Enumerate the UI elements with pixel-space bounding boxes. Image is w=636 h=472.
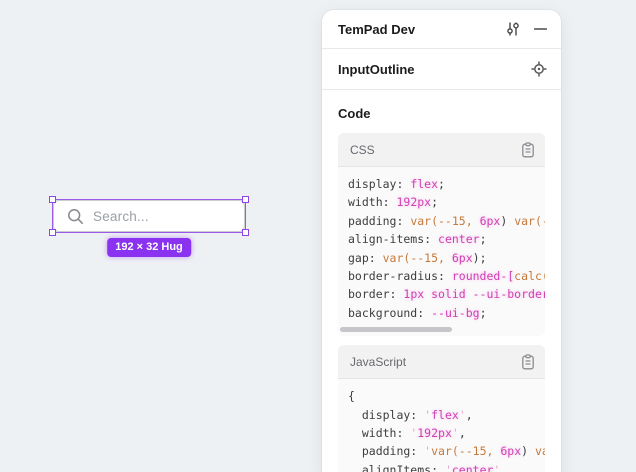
component-name: InputOutline — [338, 62, 415, 77]
locate-icon[interactable] — [531, 61, 547, 77]
minimize-icon[interactable] — [534, 21, 547, 37]
scrollbar-thumb[interactable] — [340, 327, 452, 332]
copy-icon[interactable] — [521, 354, 535, 370]
css-block-label: CSS — [350, 143, 375, 157]
panel-header: TemPad Dev — [322, 10, 561, 49]
figma-canvas-screen: Search... 192 × 32 Hug TemPad Dev — [0, 0, 636, 472]
search-placeholder: Search... — [93, 209, 149, 224]
horizontal-scrollbar[interactable] — [340, 327, 543, 332]
css-block-header: CSS — [338, 133, 545, 167]
javascript-code-block: JavaScript { display: 'flex', width: '19… — [338, 345, 545, 472]
javascript-code[interactable]: { display: 'flex', width: '192px', paddi… — [338, 379, 545, 472]
search-icon — [67, 208, 84, 225]
tempad-dev-panel: TemPad Dev InputOutline — [322, 10, 561, 472]
search-input[interactable]: Search... — [53, 200, 245, 232]
code-section-title: Code — [338, 106, 545, 121]
panel-title: TemPad Dev — [338, 22, 415, 37]
dimension-badge: 192 × 32 Hug — [107, 238, 191, 257]
css-code[interactable]: display: flex;width: 192px;padding: var(… — [338, 167, 545, 336]
javascript-block-header: JavaScript — [338, 345, 545, 379]
css-code-block: CSS display: flex;width: 192px;padding: … — [338, 133, 545, 336]
sliders-icon[interactable] — [505, 21, 521, 37]
copy-icon[interactable] — [521, 142, 535, 158]
javascript-block-label: JavaScript — [350, 355, 406, 369]
component-row: InputOutline — [322, 49, 561, 90]
